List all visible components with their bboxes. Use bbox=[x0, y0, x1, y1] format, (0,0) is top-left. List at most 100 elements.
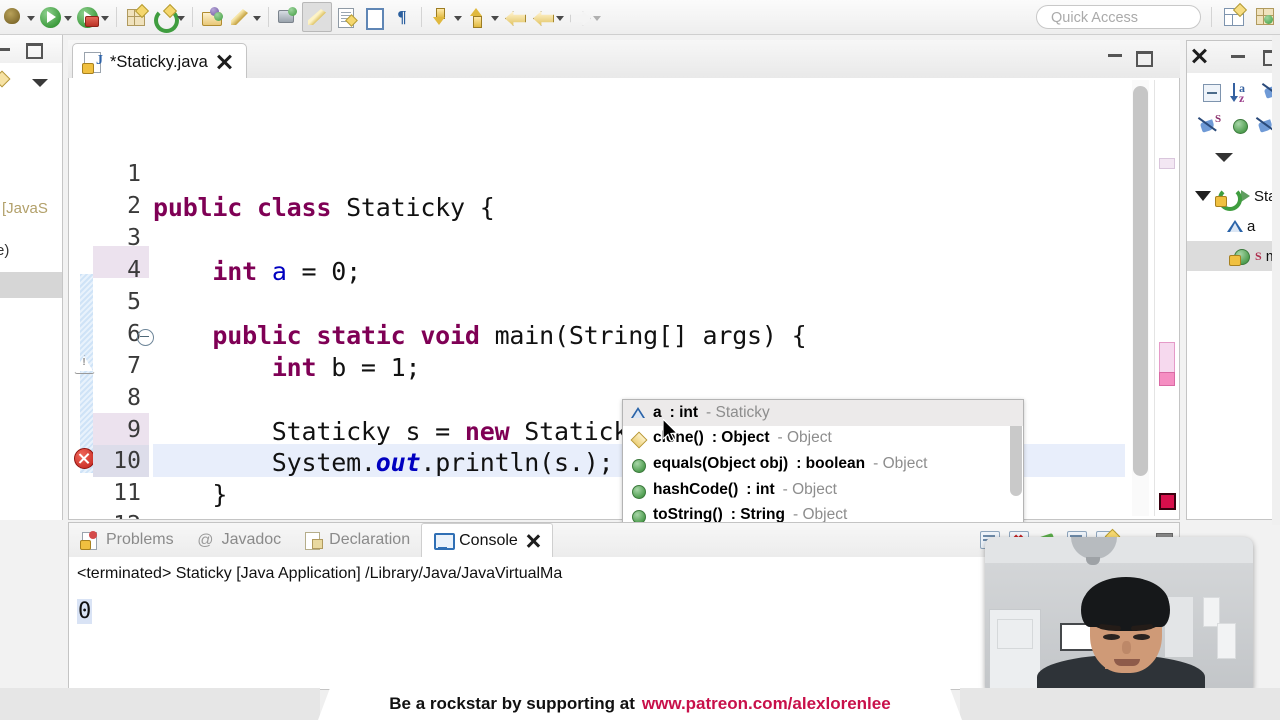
chevron-down-icon[interactable] bbox=[252, 5, 261, 29]
tab-declaration[interactable]: Declaration bbox=[292, 523, 421, 557]
new-java-package-icon bbox=[124, 3, 150, 29]
line-number: 7 bbox=[127, 353, 141, 379]
chevron-down-icon bbox=[592, 5, 601, 29]
close-icon[interactable] bbox=[1191, 48, 1207, 64]
sort-icon[interactable]: az bbox=[1230, 81, 1255, 105]
toolbar-button-forward[interactable] bbox=[566, 3, 603, 31]
chevron-down-icon[interactable] bbox=[176, 5, 185, 29]
previous-annotation-icon bbox=[466, 5, 490, 29]
close-icon[interactable] bbox=[525, 533, 541, 549]
editor-tab-staticky-java[interactable]: J *Staticky.java bbox=[72, 43, 247, 80]
toolbar-button-search[interactable] bbox=[274, 3, 302, 31]
show-whitespace-icon: ¶ bbox=[397, 7, 407, 26]
toolbar-button-run[interactable] bbox=[37, 3, 74, 31]
run-coverage-icon bbox=[76, 5, 100, 29]
tab-problems[interactable]: Problems bbox=[69, 523, 185, 557]
toolbar-button-new-annotation[interactable] bbox=[226, 3, 263, 31]
content-assist-item[interactable]: hashCode() : int - Object bbox=[623, 477, 1023, 503]
view-menu-icon[interactable] bbox=[1215, 153, 1233, 162]
editor-tabstrip: J *Staticky.java bbox=[68, 40, 1180, 80]
content-assist-item[interactable]: a : int - Staticky bbox=[623, 400, 1023, 426]
toolbar-button-new-package[interactable] bbox=[122, 3, 150, 31]
chevron-down-icon[interactable] bbox=[100, 5, 109, 29]
proposal-owner: - Staticky bbox=[706, 403, 770, 421]
toolbar-button-previous-annotation[interactable] bbox=[464, 3, 501, 31]
line-number: 6 bbox=[127, 321, 141, 347]
outline-item-field[interactable]: a bbox=[1187, 211, 1279, 241]
proposal-name: clone() bbox=[653, 429, 704, 447]
webcam-overlay bbox=[985, 537, 1253, 694]
view-menu-icon[interactable] bbox=[32, 79, 48, 87]
proposal-name: equals(Object obj) bbox=[653, 454, 789, 472]
package-explorer-entry-label: [JavaS bbox=[2, 200, 48, 217]
public-method-icon bbox=[631, 483, 646, 499]
quick-access-input[interactable]: Quick Access bbox=[1036, 5, 1201, 29]
proposal-signature: : Object bbox=[711, 429, 770, 447]
chevron-right-icon bbox=[1241, 190, 1250, 202]
class-icon bbox=[1215, 186, 1242, 211]
chevron-down-icon[interactable] bbox=[63, 5, 72, 29]
content-assist-item[interactable]: equals(Object obj) : boolean - Object bbox=[623, 451, 1023, 477]
outline-tree[interactable]: Stat a S m bbox=[1187, 181, 1279, 271]
toolbar-button-back[interactable] bbox=[529, 3, 566, 31]
java-perspective-button[interactable] bbox=[1254, 5, 1280, 29]
toolbar-button-next-edit[interactable] bbox=[332, 3, 360, 31]
declaration-icon bbox=[303, 531, 324, 550]
last-edit-icon bbox=[503, 5, 527, 29]
close-icon[interactable] bbox=[216, 54, 232, 70]
console-icon bbox=[433, 531, 456, 550]
toolbar-button-coverage[interactable] bbox=[74, 3, 111, 31]
toolbar-button-next-annotation[interactable] bbox=[427, 3, 464, 31]
open-perspective-button[interactable] bbox=[1222, 2, 1248, 29]
content-assist-item[interactable]: clone() : Object - Object bbox=[623, 426, 1023, 452]
minimize-icon[interactable] bbox=[0, 48, 10, 51]
annotation-ruler[interactable] bbox=[70, 78, 95, 518]
package-explorer-panel[interactable]: [JavaS e) bbox=[0, 35, 63, 520]
overview-change-marker[interactable] bbox=[1159, 158, 1175, 169]
code-line-4: int a = 0; bbox=[212, 257, 361, 286]
minimize-icon[interactable] bbox=[1231, 55, 1245, 58]
line-number: 11 bbox=[113, 480, 141, 506]
chevron-down-icon[interactable] bbox=[555, 5, 564, 29]
proposal-name: hashCode() bbox=[653, 480, 739, 498]
outline-item-class[interactable]: Stat bbox=[1187, 181, 1279, 211]
overview-change-marker-active[interactable] bbox=[1159, 372, 1175, 386]
outline-tabstrip bbox=[1187, 41, 1279, 73]
toolbar-button-block-selection[interactable] bbox=[360, 3, 388, 31]
editor-scrollbar-thumb[interactable] bbox=[1133, 86, 1148, 476]
hide-static-icon[interactable]: S bbox=[1197, 113, 1223, 139]
tab-javadoc[interactable]: @ Javadoc bbox=[185, 523, 293, 557]
toolbar-button-last-edit[interactable] bbox=[501, 3, 529, 31]
chevron-down-icon[interactable] bbox=[453, 5, 462, 29]
toolbar-button-whitespace[interactable]: ¶ bbox=[388, 3, 416, 31]
package-explorer-selected-row[interactable] bbox=[0, 272, 62, 298]
maximize-icon[interactable] bbox=[26, 43, 43, 59]
chevron-down-icon[interactable] bbox=[1195, 191, 1211, 201]
hide-non-public-icon[interactable] bbox=[1233, 119, 1257, 143]
outline-item-method[interactable]: S m bbox=[1187, 241, 1279, 271]
fold-collapse-icon[interactable] bbox=[137, 329, 154, 346]
public-method-icon bbox=[631, 457, 646, 473]
toolbar-button-open-type[interactable] bbox=[198, 3, 226, 31]
line-number: 12 bbox=[93, 512, 141, 519]
toolbar-button-debug[interactable] bbox=[0, 3, 37, 31]
overview-error-marker[interactable] bbox=[1159, 493, 1176, 510]
toolbar-button-mark-occurrences[interactable] bbox=[302, 2, 332, 32]
line-number: 5 bbox=[127, 289, 141, 315]
banner-url[interactable]: www.patreon.com/alexlorenlee bbox=[642, 694, 891, 714]
editor-maximize-icon[interactable] bbox=[1136, 51, 1153, 67]
collapse-all-icon[interactable] bbox=[1201, 81, 1225, 105]
chevron-down-icon[interactable] bbox=[26, 5, 35, 29]
link-with-editor-icon[interactable] bbox=[0, 70, 11, 88]
public-method-icon bbox=[631, 508, 646, 525]
chevron-down-icon[interactable] bbox=[490, 5, 499, 29]
overview-ruler[interactable] bbox=[1154, 80, 1177, 516]
toolbar-separator bbox=[268, 7, 269, 27]
package-explorer-tabstrip bbox=[0, 35, 62, 63]
editor-minimize-icon[interactable] bbox=[1108, 54, 1122, 57]
javadoc-icon: @ bbox=[196, 531, 214, 549]
package-explorer-entry-label-2: e) bbox=[0, 242, 10, 259]
toolbar-button-external-tools[interactable] bbox=[150, 3, 187, 33]
tab-console[interactable]: Console bbox=[421, 523, 553, 557]
error-marker-icon[interactable] bbox=[74, 448, 95, 469]
